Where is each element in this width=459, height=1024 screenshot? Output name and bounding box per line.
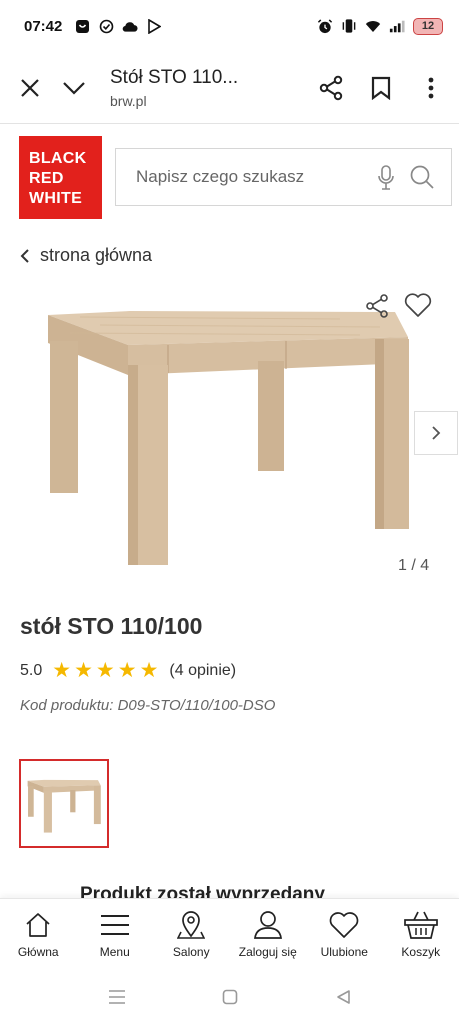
reviews-count-link[interactable]: (4 opinie) (169, 662, 236, 680)
nav-menu[interactable]: Menu (77, 899, 154, 970)
play-store-icon (146, 18, 162, 34)
product-gallery: 1 / 4 (0, 285, 459, 585)
add-to-favorites-button[interactable] (404, 292, 432, 323)
battery-indicator: 12 (413, 17, 443, 35)
recent-apps-icon (109, 990, 125, 1004)
next-image-button[interactable] (414, 411, 458, 455)
alarm-icon (317, 18, 333, 34)
product-title: stół STO 110/100 (20, 613, 203, 639)
rating-score: 5.0 (20, 661, 43, 679)
breadcrumb[interactable]: strona główna (20, 245, 152, 266)
star-icon: ★ (52, 659, 72, 682)
nav-cart[interactable]: Koszyk (383, 899, 459, 970)
system-navigation-bar (0, 970, 459, 1024)
vibrate-icon (341, 18, 357, 34)
microphone-icon[interactable] (377, 165, 395, 196)
logo-line-2: RED (29, 170, 64, 187)
thumbnail-image (27, 779, 101, 833)
wifi-icon (365, 18, 381, 34)
close-icon (21, 78, 39, 97)
product-image[interactable] (40, 295, 415, 565)
gallery-thumbnail[interactable] (19, 759, 109, 848)
nav-login-label: Zaloguj się (238, 945, 297, 959)
bookmark-button[interactable] (359, 66, 403, 110)
star-icon: ★ (117, 659, 137, 682)
back-system-button[interactable] (331, 985, 355, 1009)
bookmark-icon (371, 76, 391, 100)
nav-favorites[interactable]: Ulubione (306, 899, 383, 970)
more-options-button[interactable] (409, 66, 453, 110)
status-bar: 07:42 12 (0, 0, 459, 52)
brand-logo[interactable]: BLACK RED WHITE (19, 136, 102, 219)
basket-icon (403, 909, 438, 941)
logo-line-1: BLACK (29, 150, 87, 167)
star-icon: ★ (95, 659, 115, 682)
collapse-button[interactable] (52, 66, 96, 110)
app-notification-icon (74, 18, 90, 34)
check-circle-icon (98, 18, 114, 34)
browser-toolbar: Stół STO 110... brw.pl (0, 52, 459, 124)
chevron-down-icon (63, 81, 85, 95)
browser-url: brw.pl (110, 92, 147, 109)
chevron-right-icon (432, 426, 441, 440)
chevron-left-icon (20, 248, 29, 263)
breadcrumb-home-link[interactable]: strona główna (40, 245, 152, 266)
search-input[interactable] (136, 167, 356, 187)
bottom-navigation: Główna Menu Salony Zaloguj się Ulubione … (0, 898, 459, 970)
signal-icon (389, 18, 405, 34)
nav-login[interactable]: Zaloguj się (230, 899, 307, 970)
heart-icon (328, 909, 360, 941)
menu-icon (100, 909, 130, 941)
map-pin-icon (177, 909, 206, 941)
user-icon (253, 909, 283, 941)
nav-stores-label: Salony (172, 945, 210, 959)
star-icon: ★ (139, 659, 159, 682)
heart-icon (404, 293, 432, 317)
rating-stars: ★ ★ ★ ★ ★ (52, 660, 158, 681)
product-code: Kod produktu: D09-STO/110/100-DSO (20, 697, 276, 714)
nav-stores[interactable]: Salony (153, 899, 230, 970)
home-system-button[interactable] (218, 985, 242, 1009)
close-tab-button[interactable] (8, 66, 52, 110)
image-counter: 1 / 4 (398, 557, 430, 574)
product-rating[interactable]: 5.0 ★ ★ ★ ★ ★ (4 opinie) (20, 660, 236, 681)
home-icon (24, 909, 52, 941)
back-triangle-icon (337, 990, 350, 1004)
share-product-button[interactable] (364, 293, 390, 324)
share-page-button[interactable] (309, 66, 353, 110)
star-icon: ★ (74, 659, 93, 682)
nav-home-label: Główna (17, 945, 59, 959)
page-title-block: Stół STO 110... brw.pl (110, 67, 309, 109)
share-icon (319, 75, 343, 100)
status-time: 07:42 (24, 17, 63, 35)
browser-page-title: Stół STO 110... (110, 66, 239, 88)
share-icon (366, 294, 388, 318)
nav-home[interactable]: Główna (0, 899, 77, 970)
site-header: BLACK RED WHITE (0, 124, 459, 234)
nav-favorites-label: Ulubione (320, 945, 368, 959)
nav-cart-label: Koszyk (401, 945, 441, 959)
more-vertical-icon (428, 77, 434, 98)
logo-line-3: WHITE (29, 190, 83, 207)
search-box (115, 148, 452, 206)
home-square-icon (222, 989, 238, 1005)
nav-menu-label: Menu (99, 945, 130, 959)
cloud-icon (122, 18, 138, 34)
recent-apps-button[interactable] (105, 985, 129, 1009)
search-icon[interactable] (409, 164, 435, 195)
